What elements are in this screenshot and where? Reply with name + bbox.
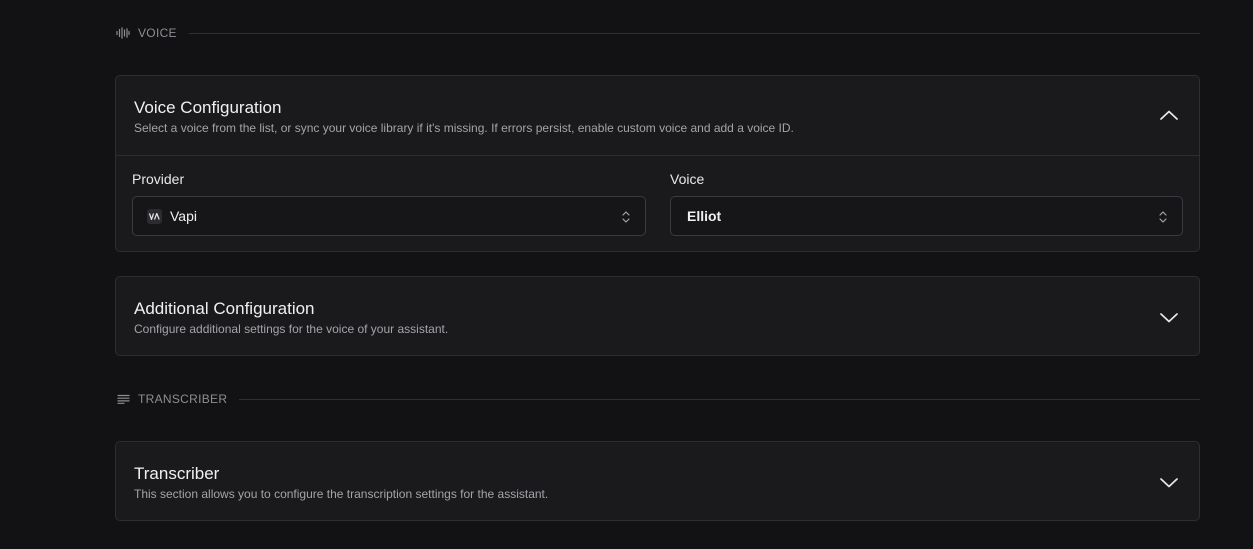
transcriber-title: Transcriber <box>134 464 220 483</box>
voice-select[interactable]: Elliot <box>670 196 1183 236</box>
transcriber-card: Transcriber This section allows you to c… <box>115 441 1200 521</box>
voice-section-label: VOICE <box>138 26 177 40</box>
transcriber-section-line <box>239 398 1200 400</box>
voice-section-divider: VOICE <box>116 23 1200 43</box>
voice-configuration-card: Voice Configuration Select a voice from … <box>115 75 1200 252</box>
provider-field: Provider Vapi <box>132 171 646 236</box>
voice-value: Elliot <box>687 208 722 224</box>
text-lines-icon <box>116 392 130 406</box>
transcriber-section-label: TRANSCRIBER <box>138 392 228 406</box>
voice-field: Voice Elliot <box>670 171 1183 236</box>
provider-label: Provider <box>132 171 185 187</box>
chevron-up-down-icon <box>1158 210 1168 224</box>
voice-label: Voice <box>670 171 705 187</box>
provider-value: Vapi <box>170 208 197 224</box>
provider-select[interactable]: Vapi <box>132 196 646 236</box>
voice-section-line <box>188 32 1200 34</box>
chevron-down-icon[interactable] <box>1159 473 1179 493</box>
voice-configuration-header[interactable]: Voice Configuration Select a voice from … <box>116 76 1199 155</box>
audio-waveform-icon <box>116 26 130 40</box>
additional-configuration-card: Additional Configuration Configure addit… <box>115 276 1200 356</box>
voice-configuration-title: Voice Configuration <box>134 98 282 117</box>
voice-configuration-body: Provider Vapi Voice Elliot <box>116 155 1199 251</box>
transcriber-section-divider: TRANSCRIBER <box>116 389 1200 409</box>
chevron-up-icon[interactable] <box>1159 105 1179 125</box>
transcriber-description: This section allows you to configure the… <box>134 487 549 501</box>
chevron-down-icon[interactable] <box>1159 308 1179 328</box>
additional-configuration-title: Additional Configuration <box>134 299 315 318</box>
voice-configuration-description: Select a voice from the list, or sync yo… <box>134 121 794 135</box>
additional-configuration-header[interactable]: Additional Configuration Configure addit… <box>116 277 1199 356</box>
vapi-logo-icon <box>147 208 162 224</box>
additional-configuration-description: Configure additional settings for the vo… <box>134 322 449 336</box>
transcriber-header[interactable]: Transcriber This section allows you to c… <box>116 442 1199 521</box>
chevron-up-down-icon <box>621 210 631 224</box>
